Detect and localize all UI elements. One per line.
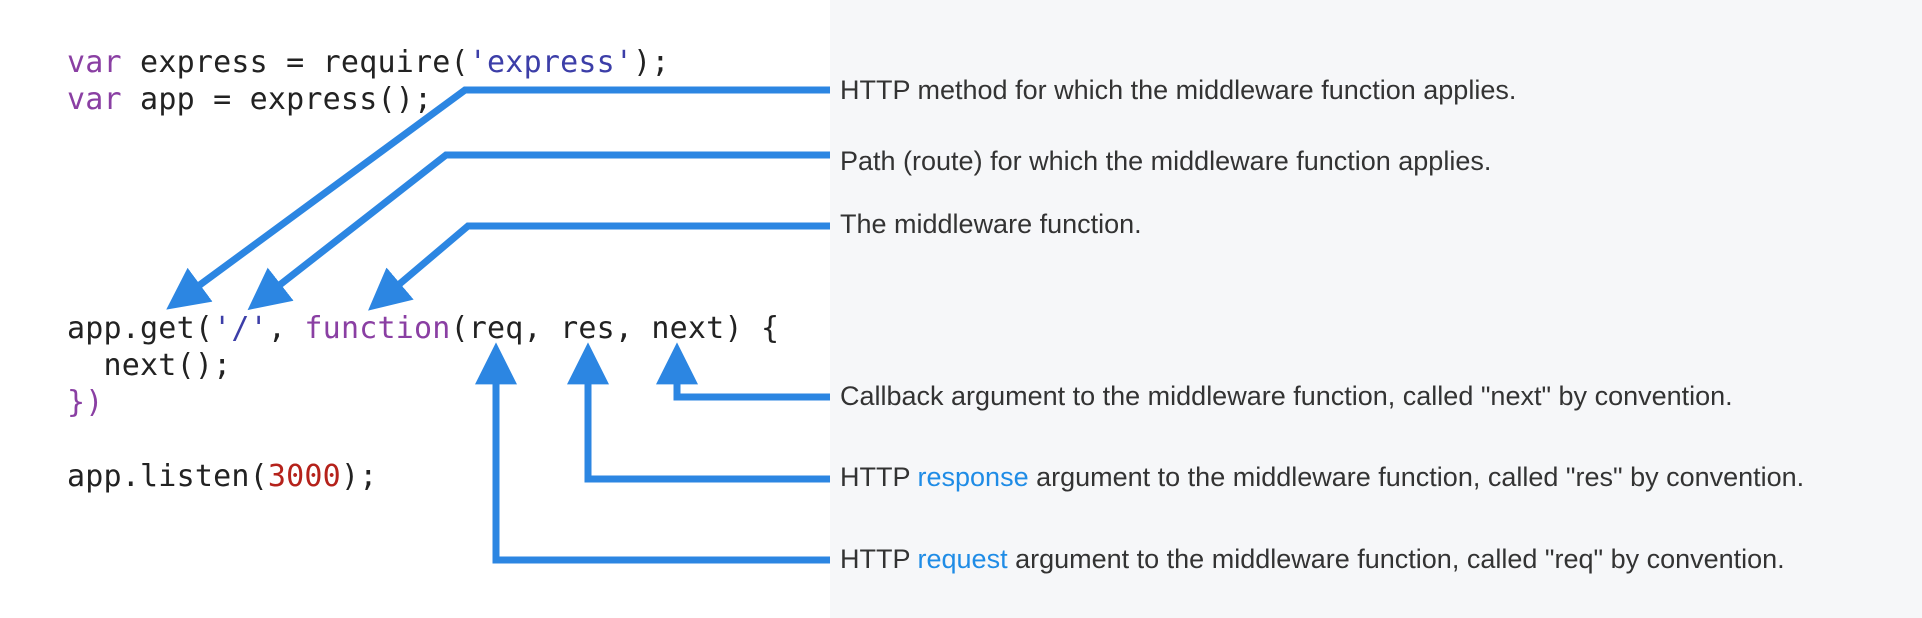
annotation-text: HTTP	[840, 462, 918, 492]
annotation-path-route: Path (route) for which the middleware fu…	[840, 146, 1492, 176]
annotation-http-method: HTTP method for which the middleware fun…	[840, 75, 1517, 105]
annotation-next-callback: Callback argument to the middleware func…	[840, 381, 1733, 411]
arrow-response	[567, 342, 830, 483]
arrow-request	[475, 342, 830, 564]
arrow-method	[166, 86, 830, 310]
annotation-text: argument to the middleware function, cal…	[1007, 544, 1785, 574]
arrow-middleware	[368, 222, 830, 311]
annotation-text: argument to the middleware function, cal…	[1028, 462, 1805, 492]
annotation-middleware-function: The middleware function.	[840, 209, 1142, 239]
response-link[interactable]: response	[918, 462, 1029, 492]
middleware-diagram: var express = require('express'); var ap…	[0, 0, 1922, 618]
annotation-request-argument: HTTP request argument to the middleware …	[840, 542, 1785, 576]
annotation-text: HTTP	[840, 544, 918, 574]
arrow-next	[656, 342, 830, 401]
annotation-response-argument: HTTP response argument to the middleware…	[840, 460, 1804, 494]
request-link[interactable]: request	[918, 544, 1008, 574]
